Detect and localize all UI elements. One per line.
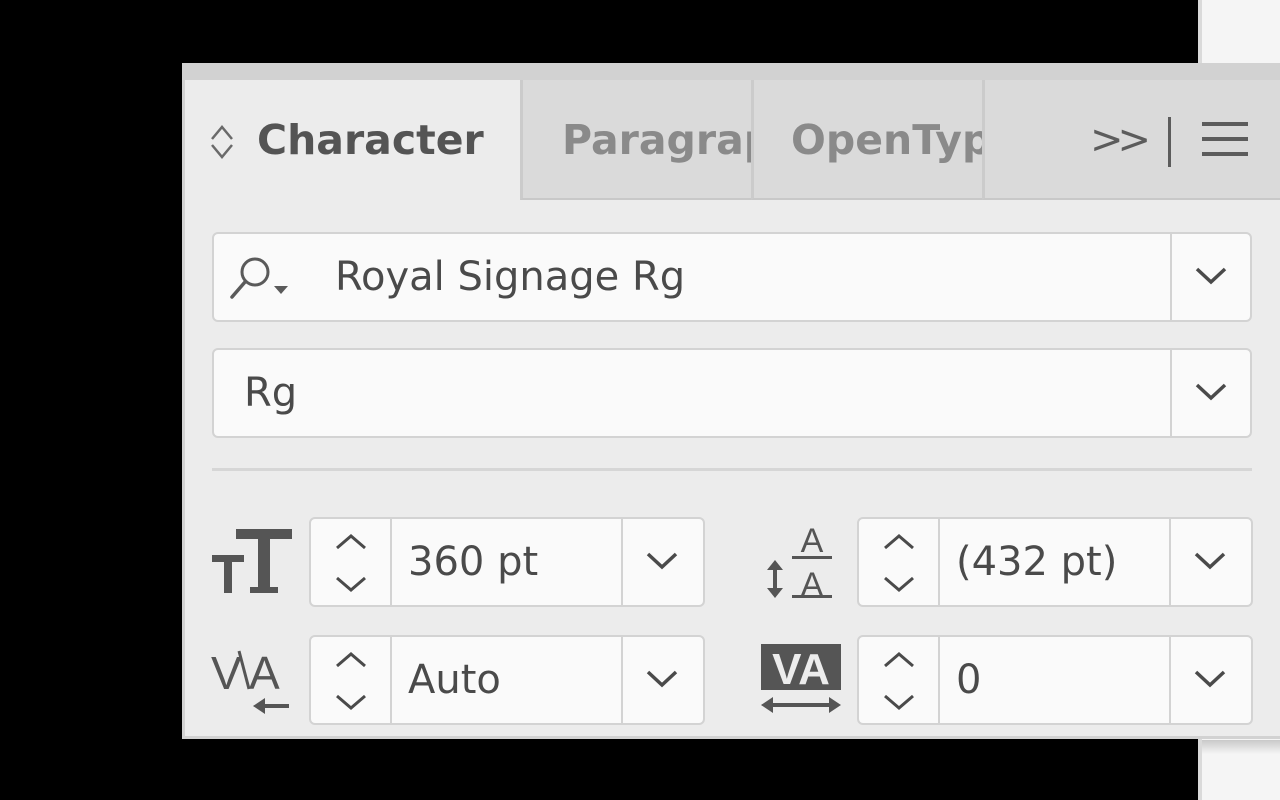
section-divider xyxy=(212,468,1252,471)
kerning-field[interactable]: Auto xyxy=(309,635,705,725)
chevron-down-icon xyxy=(1194,552,1226,570)
kerning-stepper[interactable] xyxy=(311,637,392,723)
character-panel: Character Paragraph OpenType >> Royal Si… xyxy=(182,63,1280,739)
leading-value[interactable]: (432 pt) xyxy=(956,519,1117,605)
font-size-dropdown-button[interactable] xyxy=(621,519,703,605)
svg-text:VA: VA xyxy=(772,645,830,694)
svg-text:A: A xyxy=(249,647,280,699)
font-family-value: Royal Signage Rg xyxy=(335,254,686,300)
leading-dropdown-button[interactable] xyxy=(1169,519,1251,605)
chevron-up-icon[interactable] xyxy=(882,533,916,551)
chevron-down-icon[interactable] xyxy=(882,575,916,593)
svg-text:A: A xyxy=(801,566,824,600)
font-family-field[interactable]: Royal Signage Rg xyxy=(212,232,1252,322)
more-tabs-icon[interactable]: >> xyxy=(1090,80,1151,200)
tab-opentype[interactable]: OpenType xyxy=(751,80,984,200)
tracking-field[interactable]: 0 xyxy=(857,635,1253,725)
chevron-down-icon[interactable] xyxy=(882,693,916,711)
tracking-stepper[interactable] xyxy=(859,637,940,723)
tab-opentype-label: OpenType xyxy=(791,116,984,164)
chevron-down-icon xyxy=(1195,383,1227,401)
chevron-down-icon xyxy=(1194,670,1226,688)
search-icon[interactable] xyxy=(222,252,302,304)
chevron-up-icon[interactable] xyxy=(334,651,368,669)
kerning-icon: V A xyxy=(211,647,289,714)
svg-text:A: A xyxy=(801,522,824,560)
tracking-value[interactable]: 0 xyxy=(956,637,981,723)
chevron-down-icon[interactable] xyxy=(334,575,368,593)
chevron-down-icon xyxy=(646,670,678,688)
font-size-value[interactable]: 360 pt xyxy=(408,519,538,605)
panel-shadow xyxy=(1202,740,1280,754)
leading-stepper[interactable] xyxy=(859,519,940,605)
font-style-value: Rg xyxy=(244,370,298,416)
font-style-dropdown-button[interactable] xyxy=(1170,350,1250,436)
font-size-stepper[interactable] xyxy=(311,519,392,605)
font-size-icon xyxy=(212,529,292,593)
chevron-up-icon[interactable] xyxy=(882,651,916,669)
tracking-icon: VA xyxy=(761,644,841,713)
panel-tab-bar: Character Paragraph OpenType >> xyxy=(185,80,1280,201)
font-style-field[interactable]: Rg xyxy=(212,348,1252,438)
chevron-down-icon xyxy=(1195,267,1227,285)
tab-character[interactable]: Character xyxy=(185,80,520,200)
font-size-field[interactable]: 360 pt xyxy=(309,517,705,607)
font-family-dropdown-button[interactable] xyxy=(1170,234,1250,320)
panel-collapse-icon[interactable] xyxy=(209,122,235,162)
chevron-up-icon[interactable] xyxy=(334,533,368,551)
tool-divider xyxy=(1168,117,1171,167)
leading-field[interactable]: (432 pt) xyxy=(857,517,1253,607)
chevron-down-icon[interactable] xyxy=(334,693,368,711)
chevron-down-icon xyxy=(646,552,678,570)
tab-paragraph[interactable]: Paragraph xyxy=(520,80,753,200)
kerning-dropdown-button[interactable] xyxy=(621,637,703,723)
tracking-dropdown-button[interactable] xyxy=(1169,637,1251,723)
hamburger-menu-icon[interactable] xyxy=(1202,122,1250,158)
svg-text:V: V xyxy=(211,647,242,699)
leading-icon: A A xyxy=(767,522,832,600)
tab-character-label: Character xyxy=(257,116,484,164)
tab-paragraph-label: Paragraph xyxy=(562,116,753,164)
kerning-value[interactable]: Auto xyxy=(408,637,501,723)
